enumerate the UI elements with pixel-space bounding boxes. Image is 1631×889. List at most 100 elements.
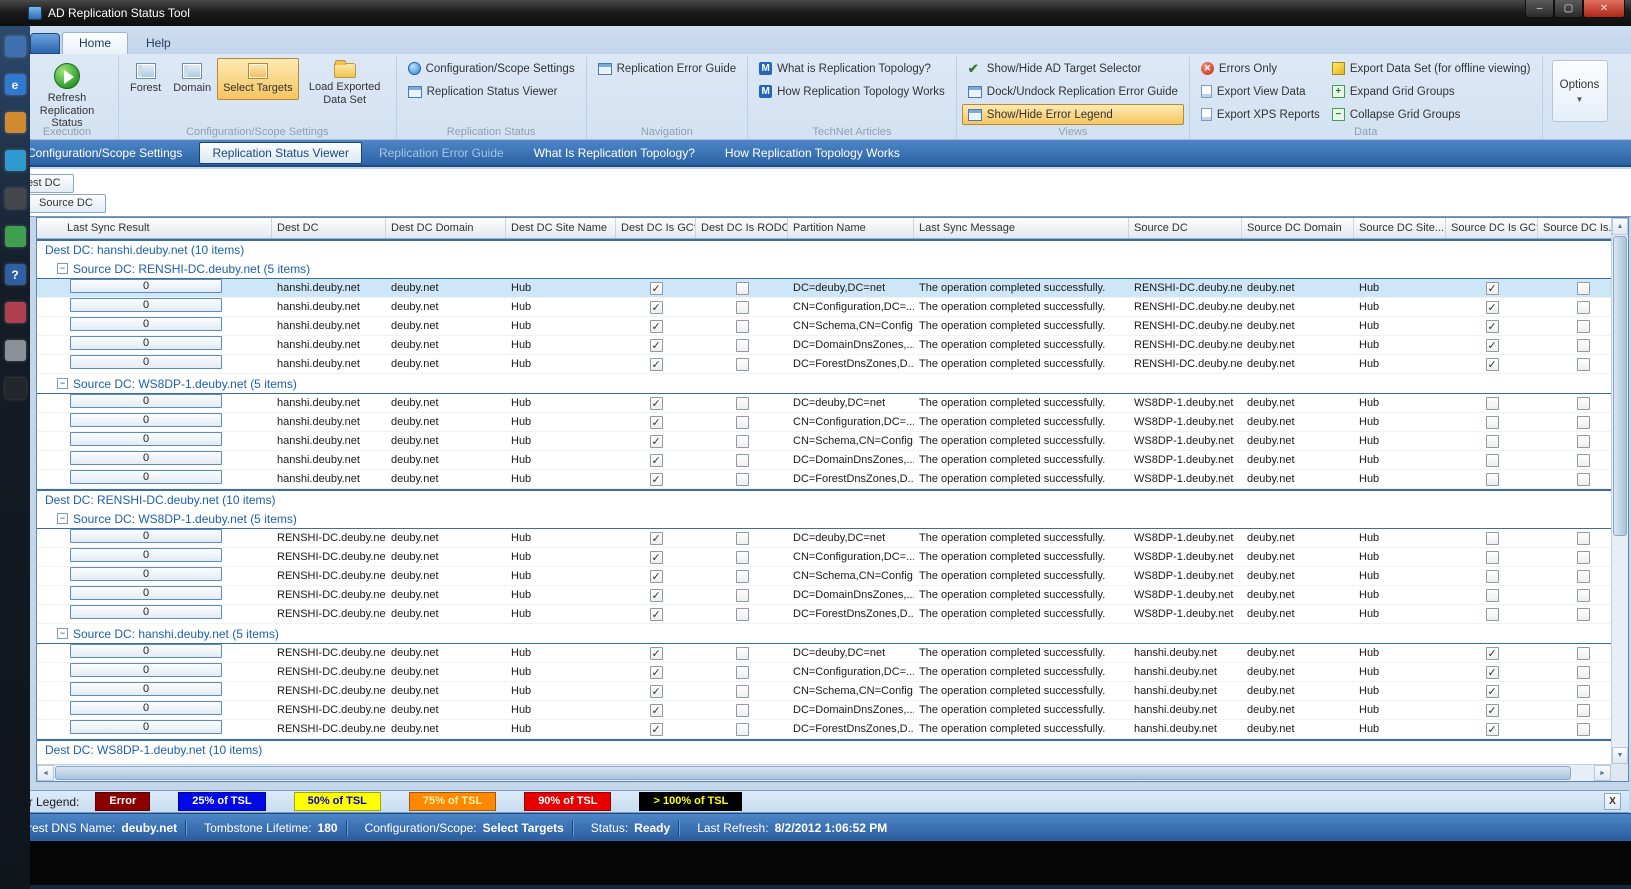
checkbox[interactable] xyxy=(735,569,749,583)
grid-row[interactable]: 0 hanshi.deuby.net deuby.net Hub DC=DomainDn… xyxy=(37,335,1611,355)
checkbox[interactable] xyxy=(1576,588,1590,602)
checkbox[interactable] xyxy=(735,319,749,333)
checkbox[interactable] xyxy=(1576,434,1590,448)
checkbox[interactable] xyxy=(735,722,749,736)
checkbox[interactable] xyxy=(1576,453,1590,467)
grid-row[interactable]: 0 RENSHI-DC.deuby.net deuby.net Hub CN=Schem… xyxy=(37,681,1611,701)
checkbox[interactable] xyxy=(735,281,749,295)
checkbox[interactable] xyxy=(1576,646,1590,660)
app-menu-button[interactable] xyxy=(30,33,60,54)
ribbon-tab-help[interactable]: Help xyxy=(130,33,187,54)
checkbox[interactable] xyxy=(649,530,663,548)
collapse-icon[interactable]: − xyxy=(57,628,68,639)
checkbox[interactable] xyxy=(1576,415,1590,429)
checkbox[interactable] xyxy=(1485,721,1499,739)
column-header[interactable]: Source DC Domain xyxy=(1242,218,1354,238)
options-button[interactable]: Options ▼ xyxy=(1551,60,1608,122)
grid-row[interactable]: 0 RENSHI-DC.deuby.net deuby.net Hub DC=deuby… xyxy=(37,643,1611,663)
vertical-scrollbar[interactable] xyxy=(1611,218,1628,764)
export-xps-reports-item[interactable]: Export XPS Reports xyxy=(1195,104,1326,125)
app-icon-green[interactable] xyxy=(4,226,26,247)
nav-tab[interactable]: How Replication Topology Works xyxy=(712,142,913,164)
checkbox[interactable] xyxy=(1576,550,1590,564)
checkbox[interactable] xyxy=(735,357,749,371)
checkbox[interactable] xyxy=(649,299,663,317)
group-header-source[interactable]: − Source DC: RENSHI-DC.deuby.net (5 items… xyxy=(37,259,1611,279)
checkbox[interactable] xyxy=(649,721,663,739)
replication-error-guide-item[interactable]: Replication Error Guide xyxy=(592,58,743,79)
column-header[interactable]: Source DC Site... xyxy=(1354,218,1446,238)
show-hide-ad-target-selector-item[interactable]: Show/Hide AD Target Selector xyxy=(962,58,1184,79)
app-icon-teal[interactable] xyxy=(4,150,26,171)
refresh-replication-status-button[interactable]: Refresh Replication Status xyxy=(21,58,113,135)
grid-row[interactable]: 0 hanshi.deuby.net deuby.net Hub DC=deuby,DC… xyxy=(37,393,1611,413)
grid-row[interactable]: 0 RENSHI-DC.deuby.net deuby.net Hub DC=Fores… xyxy=(37,604,1611,624)
checkbox[interactable] xyxy=(649,433,663,451)
checkbox[interactable] xyxy=(1576,531,1590,545)
checkbox[interactable] xyxy=(735,607,749,621)
checkbox[interactable] xyxy=(735,300,749,314)
checkbox[interactable] xyxy=(649,452,663,470)
grid-row[interactable]: 0 hanshi.deuby.net deuby.net Hub DC=ForestDn… xyxy=(37,354,1611,374)
export-view-data-item[interactable]: Export View Data xyxy=(1195,81,1326,102)
checkbox[interactable] xyxy=(1485,472,1499,486)
checkbox[interactable] xyxy=(1576,281,1590,295)
collapse-icon[interactable]: − xyxy=(57,513,68,524)
window-fragment-icon[interactable] xyxy=(4,36,26,57)
checkbox[interactable] xyxy=(735,396,749,410)
select-targets-button[interactable]: Select Targets xyxy=(217,58,299,100)
checkbox[interactable] xyxy=(735,531,749,545)
checkbox[interactable] xyxy=(1485,318,1499,336)
checkbox[interactable] xyxy=(1485,702,1499,720)
column-header[interactable]: Partition Name xyxy=(788,218,914,238)
grid-row[interactable]: 0 RENSHI-DC.deuby.net deuby.net Hub DC=deuby… xyxy=(37,528,1611,548)
grid-row[interactable]: 0 RENSHI-DC.deuby.net deuby.net Hub CN=Confi… xyxy=(37,662,1611,682)
checkbox[interactable] xyxy=(735,646,749,660)
checkbox[interactable] xyxy=(1485,396,1499,410)
checkbox[interactable] xyxy=(1576,319,1590,333)
checkbox[interactable] xyxy=(1485,588,1499,602)
checkbox[interactable] xyxy=(1485,337,1499,355)
grid-row[interactable]: 0 RENSHI-DC.deuby.net deuby.net Hub DC=Domai… xyxy=(37,700,1611,720)
checkbox[interactable] xyxy=(1576,338,1590,352)
app-icon-gray[interactable] xyxy=(4,340,26,361)
group-header-dest[interactable]: Dest DC: WS8DP-1.deuby.net (10 items) xyxy=(37,739,1611,759)
group-header-dest[interactable]: Dest DC: RENSHI-DC.deuby.net (10 items) xyxy=(37,489,1611,509)
checkbox[interactable] xyxy=(1485,550,1499,564)
expand-grid-groups-item[interactable]: Expand Grid Groups xyxy=(1326,81,1537,102)
help-icon[interactable]: ? xyxy=(4,264,26,285)
column-header[interactable]: Dest DC Domain xyxy=(386,218,506,238)
grid-row[interactable]: 0 RENSHI-DC.deuby.net deuby.net Hub DC=Fores… xyxy=(37,719,1611,739)
group-header-source[interactable]: − Source DC: hanshi.deuby.net (5 items) xyxy=(37,624,1611,644)
grid-row[interactable]: 0 hanshi.deuby.net deuby.net Hub CN=Schema,C… xyxy=(37,316,1611,336)
close-button[interactable]: ✕ xyxy=(1583,0,1625,18)
grid-row[interactable]: 0 RENSHI-DC.deuby.net deuby.net Hub DC=Domai… xyxy=(37,585,1611,605)
checkbox[interactable] xyxy=(1485,453,1499,467)
nav-tab[interactable]: Replication Status Viewer xyxy=(199,141,362,164)
grid-row[interactable]: 0 hanshi.deuby.net deuby.net Hub CN=Configur… xyxy=(37,297,1611,317)
column-header[interactable]: Last Sync Result xyxy=(37,218,272,238)
grid-row[interactable]: 0 hanshi.deuby.net deuby.net Hub DC=DomainDn… xyxy=(37,450,1611,470)
checkbox[interactable] xyxy=(1576,357,1590,371)
checkbox[interactable] xyxy=(735,434,749,448)
replication-status-viewer-item[interactable]: Replication Status Viewer xyxy=(402,81,581,102)
app-icon-red[interactable] xyxy=(4,302,26,323)
load-exported-dataset-button[interactable]: Load Exported Data Set xyxy=(299,58,391,111)
checkbox[interactable] xyxy=(649,587,663,605)
checkbox[interactable] xyxy=(649,702,663,720)
checkbox[interactable] xyxy=(1485,607,1499,621)
checkbox[interactable] xyxy=(649,664,663,682)
maximize-button[interactable]: ▢ xyxy=(1554,0,1583,18)
checkbox[interactable] xyxy=(1576,722,1590,736)
checkbox[interactable] xyxy=(735,415,749,429)
checkbox[interactable] xyxy=(649,395,663,413)
export-dataset-item[interactable]: Export Data Set (for offline viewing) xyxy=(1326,58,1537,79)
checkbox[interactable] xyxy=(735,338,749,352)
checkbox[interactable] xyxy=(735,588,749,602)
checkbox[interactable] xyxy=(1485,280,1499,298)
checkbox[interactable] xyxy=(1485,645,1499,663)
column-header[interactable]: Dest DC Is RODC? xyxy=(696,218,788,238)
checkbox[interactable] xyxy=(1485,531,1499,545)
group-header-dest[interactable]: Dest DC: hanshi.deuby.net (10 items) xyxy=(37,239,1611,259)
checkbox[interactable] xyxy=(1485,683,1499,701)
